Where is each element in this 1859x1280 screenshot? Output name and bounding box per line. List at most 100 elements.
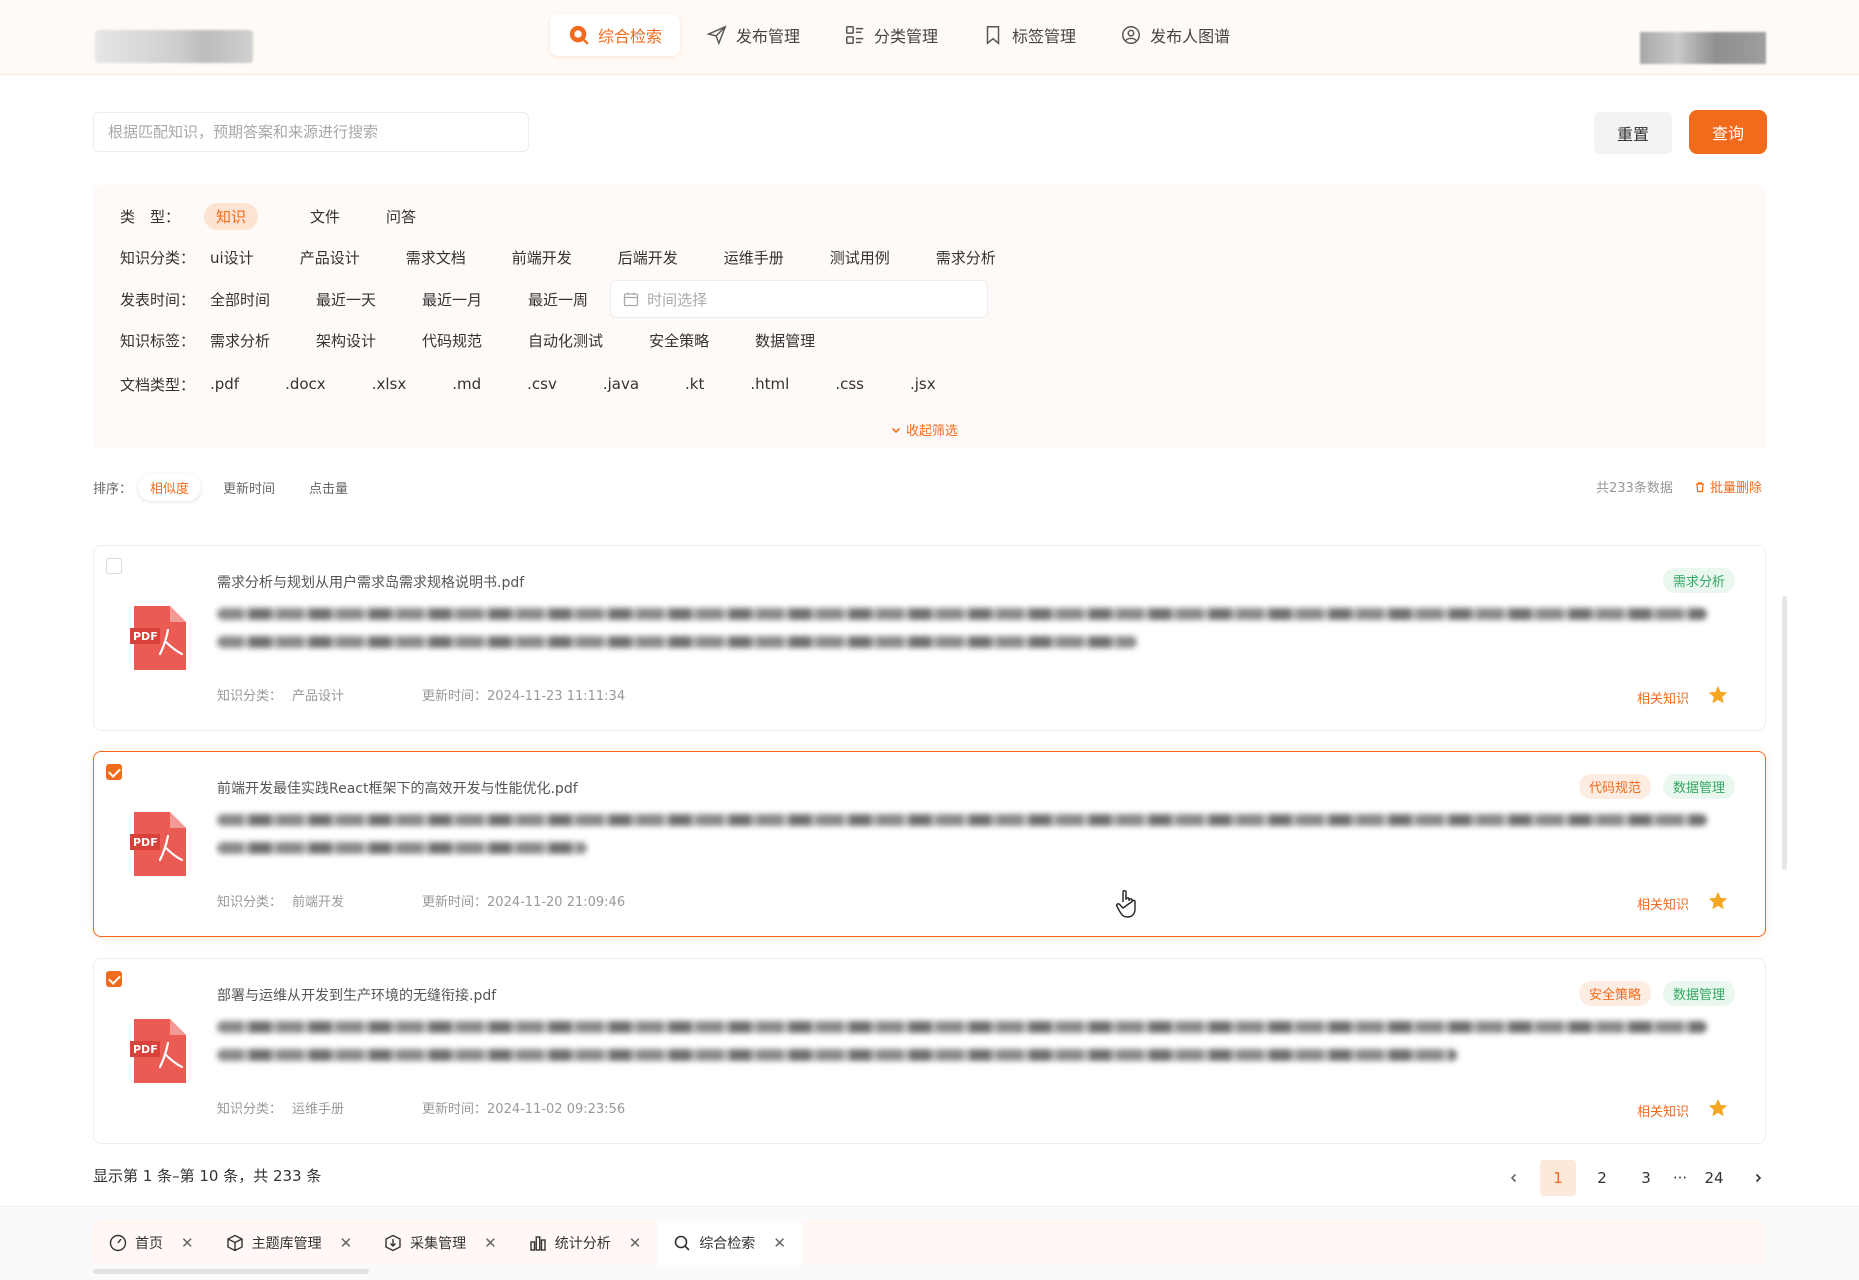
tab-search[interactable]: 综合检索 ✕ xyxy=(657,1221,802,1265)
time-option[interactable]: 最近一天 xyxy=(304,286,388,313)
filter-row-type: 类 型： 知识 文件 问答 xyxy=(120,201,450,231)
batch-delete-button[interactable]: 批量删除 xyxy=(1694,477,1762,496)
doctype-option[interactable]: .md xyxy=(440,372,493,396)
category-option[interactable]: ui设计 xyxy=(204,244,266,271)
next-page-button[interactable] xyxy=(1740,1160,1776,1196)
category-option[interactable]: 运维手册 xyxy=(712,244,796,271)
vertical-scrollbar[interactable] xyxy=(1782,596,1787,870)
doctype-option[interactable]: .pdf xyxy=(204,372,251,396)
tab-topic-library[interactable]: 主题库管理 ✕ xyxy=(210,1221,369,1265)
tag-option[interactable]: 需求分析 xyxy=(204,327,282,354)
updated-time: 更新时间：2024-11-02 09:23:56 xyxy=(422,1102,626,1117)
doctype-option[interactable]: .html xyxy=(738,372,801,396)
star-icon[interactable] xyxy=(1707,890,1729,912)
time-option[interactable]: 最近一周 xyxy=(516,286,600,313)
result-checkbox[interactable] xyxy=(106,764,122,780)
sort-option[interactable]: 相似度 xyxy=(138,474,202,501)
updated-time: 更新时间：2024-11-20 21:09:46 xyxy=(422,895,626,910)
category-option[interactable]: 后端开发 xyxy=(606,244,690,271)
doctype-option[interactable]: .css xyxy=(823,372,876,396)
tag-option[interactable]: 数据管理 xyxy=(743,327,827,354)
category-option[interactable]: 产品设计 xyxy=(288,244,372,271)
close-icon[interactable]: ✕ xyxy=(629,1234,642,1252)
sort-label: 排序： xyxy=(93,482,133,497)
related-knowledge-link[interactable]: 相关知识 xyxy=(1637,688,1689,707)
tab-statistics[interactable]: 统计分析 ✕ xyxy=(513,1221,658,1265)
tag-badge: 需求分析 xyxy=(1662,568,1735,593)
nav-item-category[interactable]: 分类管理 xyxy=(826,14,956,56)
type-option[interactable]: 文件 xyxy=(298,203,352,230)
tag-option[interactable]: 代码规范 xyxy=(410,327,494,354)
page-number[interactable]: 2 xyxy=(1584,1160,1620,1196)
tab-home[interactable]: 首页 ✕ xyxy=(93,1221,210,1265)
related-knowledge-link[interactable]: 相关知识 xyxy=(1637,894,1689,913)
tag-option[interactable]: 架构设计 xyxy=(304,327,388,354)
tag-option[interactable]: 自动化测试 xyxy=(516,327,615,354)
doctype-option[interactable]: .xlsx xyxy=(360,372,419,396)
result-card[interactable]: PDF 前端开发最佳实践React框架下的高效开发与性能优化.pdf 知识分类：… xyxy=(93,751,1766,937)
filter-panel: 类 型： 知识 文件 问答 知识分类： ui设计 产品设计 需求文档 前端开发 … xyxy=(93,185,1766,449)
result-title[interactable]: 前端开发最佳实践React框架下的高效开发与性能优化.pdf xyxy=(217,778,578,798)
reset-button[interactable]: 重置 xyxy=(1594,112,1672,154)
type-option[interactable]: 问答 xyxy=(374,203,428,230)
result-title[interactable]: 部署与运维从开发到生产环境的无缝衔接.pdf xyxy=(217,985,496,1005)
nav-item-search[interactable]: 综合检索 xyxy=(550,14,681,56)
result-card[interactable]: PDF 部署与运维从开发到生产环境的无缝衔接.pdf 知识分类： 运维手册 更新… xyxy=(93,958,1766,1144)
page-number[interactable]: 24 xyxy=(1696,1160,1732,1196)
calendar-icon xyxy=(623,292,639,307)
page-number[interactable]: 1 xyxy=(1540,1160,1576,1196)
close-icon[interactable]: ✕ xyxy=(773,1234,786,1252)
result-checkbox[interactable] xyxy=(106,558,122,574)
date-picker[interactable]: 时间选择 xyxy=(610,280,989,318)
nav-item-tags[interactable]: 标签管理 xyxy=(964,14,1094,56)
result-summary-redacted xyxy=(217,1021,1707,1077)
sort-option[interactable]: 更新时间 xyxy=(211,474,287,501)
tag-option[interactable]: 安全策略 xyxy=(637,327,721,354)
category-option[interactable]: 测试用例 xyxy=(818,244,902,271)
filter-label: 知识分类： xyxy=(120,248,196,267)
close-icon[interactable]: ✕ xyxy=(484,1234,497,1252)
page-number[interactable]: 3 xyxy=(1628,1160,1664,1196)
collapse-filter-button[interactable]: 收起筛选 xyxy=(890,420,958,439)
result-checkbox[interactable] xyxy=(106,971,122,987)
type-options: 知识 文件 问答 xyxy=(204,202,450,230)
tag-badge: 代码规范 xyxy=(1578,774,1651,799)
nav-item-publish[interactable]: 发布管理 xyxy=(688,14,818,56)
tab-label: 首页 xyxy=(135,1236,163,1252)
doctype-option[interactable]: .jsx xyxy=(898,372,948,396)
doctype-option[interactable]: .csv xyxy=(515,372,569,396)
tab-collection[interactable]: 采集管理 ✕ xyxy=(368,1221,513,1265)
batch-delete-label: 批量删除 xyxy=(1710,481,1763,496)
horizontal-scrollbar[interactable] xyxy=(93,1269,369,1274)
time-option[interactable]: 全部时间 xyxy=(204,286,282,313)
doctype-option[interactable]: .docx xyxy=(273,372,338,396)
home-gauge-icon xyxy=(109,1234,127,1252)
prev-page-button[interactable] xyxy=(1496,1160,1532,1196)
nav-item-publisher-graph[interactable]: 发布人图谱 xyxy=(1102,14,1248,56)
user-avatar[interactable] xyxy=(1640,32,1766,64)
close-icon[interactable]: ✕ xyxy=(181,1234,194,1252)
category-options: ui设计 产品设计 需求文档 前端开发 后端开发 运维手册 测试用例 需求分析 xyxy=(204,244,1030,271)
doctype-option[interactable]: .kt xyxy=(673,372,716,396)
search-circle-icon xyxy=(569,25,589,45)
category-option[interactable]: 需求分析 xyxy=(924,244,1008,271)
doctype-option[interactable]: .java xyxy=(591,372,651,396)
category-option[interactable]: 前端开发 xyxy=(500,244,584,271)
search-input[interactable] xyxy=(93,112,529,152)
tab-label: 主题库管理 xyxy=(251,1236,322,1252)
time-option[interactable]: 最近一月 xyxy=(410,286,494,313)
category-option[interactable]: 需求文档 xyxy=(394,244,478,271)
query-button[interactable]: 查询 xyxy=(1689,110,1767,154)
result-meta: 知识分类： 产品设计 更新时间：2024-11-23 11:11:34 xyxy=(217,685,625,704)
star-icon[interactable] xyxy=(1707,684,1729,706)
sort-option[interactable]: 点击量 xyxy=(297,474,360,501)
close-icon[interactable]: ✕ xyxy=(340,1234,353,1252)
type-option[interactable]: 知识 xyxy=(204,202,259,230)
result-card[interactable]: PDF 需求分析与规划从用户需求岛需求规格说明书.pdf 知识分类： 产品设计 … xyxy=(93,545,1766,731)
search-icon xyxy=(675,1235,690,1251)
updated-time: 更新时间：2024-11-23 11:11:34 xyxy=(422,689,626,704)
filter-row-tags: 知识标签： 需求分析 架构设计 代码规范 自动化测试 安全策略 数据管理 xyxy=(120,325,849,355)
related-knowledge-link[interactable]: 相关知识 xyxy=(1637,1101,1689,1120)
result-title[interactable]: 需求分析与规划从用户需求岛需求规格说明书.pdf xyxy=(217,572,524,592)
star-icon[interactable] xyxy=(1707,1097,1729,1119)
